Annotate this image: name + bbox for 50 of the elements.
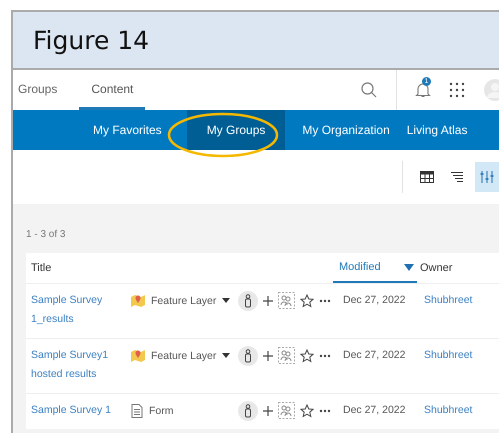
modified-date: Dec 27, 2022 [343,293,406,308]
sub-tab[interactable]: Living Atlas [406,110,484,150]
item-type: Form [149,404,174,416]
result-count: 1 - 3 of 3 [26,229,66,240]
column-header[interactable]: Title [26,253,333,283]
apps-grid-icon[interactable] [449,82,465,98]
star-icon[interactable] [300,404,314,418]
owner-link[interactable]: Shubhreet [424,401,472,420]
more-icon[interactable] [319,354,331,358]
table-icon [420,171,434,183]
map-layer-icon [131,294,145,307]
caret-icon[interactable] [222,353,230,358]
sub-tab[interactable]: My Favorites [93,110,179,150]
item-title-link[interactable]: Sample Survey 1 [31,401,131,420]
modified-date: Dec 27, 2022 [343,403,406,418]
groups-icon[interactable] [278,402,295,419]
item-title-link[interactable]: Sample Survey1 hosted results [31,346,131,384]
sliders-icon [480,170,494,184]
modified-date: Dec 27, 2022 [343,348,406,363]
sort-caret-icon [404,264,414,270]
plus-icon[interactable] [263,406,273,416]
caret-icon[interactable] [222,298,230,303]
filter-button[interactable] [475,162,499,192]
plus-icon[interactable] [263,296,273,306]
item-type: Feature Layer [151,294,216,306]
document-icon [131,404,143,418]
sharing-icon[interactable] [238,346,258,366]
map-layer-icon [131,349,145,362]
bell-icon[interactable] [415,81,431,99]
groups-icon[interactable] [278,347,295,364]
item-type: Feature Layer [151,350,216,362]
sharing-icon[interactable] [238,290,258,310]
column-header[interactable]: Modified [333,253,417,283]
owner-link[interactable]: Shubhreet [424,291,472,310]
more-icon[interactable] [319,298,331,302]
item-title-link[interactable]: Sample Survey 1_results [31,291,131,329]
owner-link[interactable]: Shubhreet [424,346,472,365]
figure-title: Figure 14 [33,26,150,54]
more-icon[interactable] [319,408,331,412]
list-icon [450,171,464,183]
plus-icon[interactable] [263,350,273,360]
nav-tab[interactable]: Groups [13,70,68,110]
sub-tab[interactable]: My Groups [186,110,286,150]
search-icon[interactable] [360,81,378,99]
sharing-icon[interactable] [238,400,258,420]
star-icon[interactable] [300,294,314,308]
column-header[interactable]: Owner [417,253,452,283]
groups-icon[interactable] [278,292,295,309]
star-icon[interactable] [300,348,314,362]
sub-tab[interactable]: My Organization [302,110,407,150]
